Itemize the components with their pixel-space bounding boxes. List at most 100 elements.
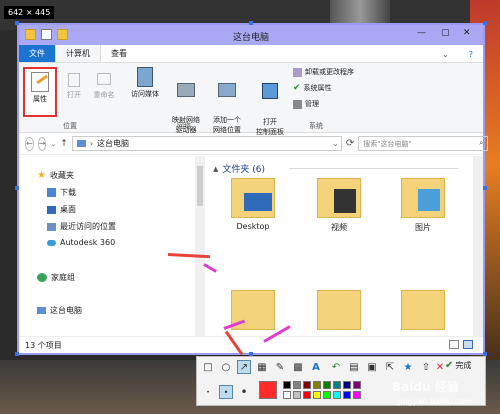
pen-tool-icon[interactable]: ✎ <box>273 360 287 374</box>
content-pane: ▲ 文件夹 (6) Desktop 视频 图片 <box>209 156 483 336</box>
color-swatch[interactable] <box>353 381 361 389</box>
ribbon-collapse-icon[interactable]: ⌄ <box>432 47 459 62</box>
tab-computer[interactable]: 计算机 <box>55 44 101 62</box>
minimize-button[interactable]: — <box>417 28 426 38</box>
search-icon[interactable]: ⌕ <box>479 139 483 148</box>
folders-group-header[interactable]: ▲ 文件夹 (6) <box>213 162 265 176</box>
selection-handle[interactable] <box>15 186 19 190</box>
folder-videos[interactable] <box>317 178 361 218</box>
forward-button[interactable]: → <box>37 136 47 151</box>
small-stroke-icon[interactable]: • <box>201 385 215 399</box>
selection-handle[interactable] <box>15 352 19 356</box>
copy-icon[interactable]: ▣ <box>365 360 379 374</box>
selection-handle[interactable] <box>15 21 19 25</box>
current-color-swatch[interactable] <box>259 381 277 399</box>
watermark-logo: Baidu 经验 <box>392 380 459 394</box>
nav-scrollbar-thumb[interactable] <box>197 166 203 206</box>
color-swatch[interactable] <box>313 381 321 389</box>
color-swatch[interactable] <box>323 391 331 399</box>
maximize-button[interactable]: ▢ <box>441 28 450 38</box>
rectangle-tool-icon[interactable]: □ <box>201 360 215 374</box>
nav-item-downloads[interactable]: 下载 <box>47 187 76 198</box>
content-scrollbar[interactable] <box>473 156 483 336</box>
recent-dropdown-icon[interactable]: ⌄ <box>50 140 56 148</box>
explorer-window: 这台电脑 — ▢ ✕ 文件 计算机 查看 ⌄ ? 属性 打开 重命名 位置 访问… <box>17 23 489 355</box>
back-button[interactable]: ← <box>25 136 34 151</box>
map-drive-button[interactable]: 映射网络 驱动器 <box>167 67 205 151</box>
large-icons-view-icon[interactable] <box>463 340 473 349</box>
recent-places-icon <box>47 222 56 231</box>
mosaic-tool-icon[interactable]: ▦ <box>255 360 269 374</box>
ellipse-tool-icon[interactable]: ○ <box>219 360 233 374</box>
explorer-body: ★ 收藏夹 下载 桌面 最近访问的位置 Autodesk 360 家庭组 这台电… <box>19 156 483 336</box>
open-button[interactable]: 打开 <box>63 73 85 100</box>
refresh-icon[interactable]: ⟳ <box>346 138 354 149</box>
navigation-pane: ★ 收藏夹 下载 桌面 最近访问的位置 Autodesk 360 家庭组 这台电… <box>19 156 205 336</box>
access-media-button[interactable]: 访问媒体 <box>127 67 163 99</box>
control-panel-button[interactable]: 打开 控制面板 <box>253 67 287 153</box>
done-button[interactable]: ✔ 完成 <box>445 360 471 371</box>
medium-stroke-icon[interactable]: • <box>219 385 233 399</box>
details-view-icon[interactable] <box>449 340 459 349</box>
color-swatch[interactable] <box>343 391 351 399</box>
color-swatch[interactable] <box>333 391 341 399</box>
ribbon-tabs: 文件 计算机 查看 ⌄ ? <box>19 44 483 63</box>
rename-button[interactable]: 重命名 <box>89 73 119 100</box>
nav-item-desktop[interactable]: 桌面 <box>47 204 76 215</box>
rename-label: 重命名 <box>93 91 115 99</box>
color-swatch[interactable] <box>333 381 341 389</box>
color-swatch[interactable] <box>283 391 291 399</box>
color-swatch[interactable] <box>303 381 311 389</box>
system-properties-button[interactable]: ✔ 系统属性 <box>293 83 332 93</box>
folder-downloads[interactable] <box>401 290 445 330</box>
folder-music[interactable] <box>317 290 361 330</box>
uninstall-button[interactable]: 卸载或更改程序 <box>293 67 354 77</box>
folder-desktop[interactable] <box>231 178 275 218</box>
color-swatch[interactable] <box>323 381 331 389</box>
selection-handle[interactable] <box>249 21 253 25</box>
up-button[interactable]: ↑ <box>60 139 68 149</box>
color-swatch[interactable] <box>353 391 361 399</box>
properties-button[interactable]: 属性 <box>23 67 57 117</box>
upload-icon[interactable]: ⇧ <box>419 360 433 374</box>
check-icon: ✔ <box>293 83 301 93</box>
arrow-tool-icon[interactable]: ↗ <box>237 360 251 374</box>
large-stroke-icon[interactable]: • <box>237 385 251 399</box>
selection-handle[interactable] <box>483 186 487 190</box>
nav-this-pc[interactable]: 这台电脑 <box>37 305 82 316</box>
save-icon[interactable]: ▤ <box>347 360 361 374</box>
share-icon[interactable]: ⇱ <box>383 360 397 374</box>
nav-homegroup[interactable]: 家庭组 <box>37 272 75 283</box>
add-network-location-button[interactable]: 添加一个 网络位置 <box>207 67 247 151</box>
status-bar: 13 个项目 <box>19 336 483 353</box>
search-placeholder: 搜索"这台电脑" <box>363 139 412 148</box>
nav-item-autodesk[interactable]: Autodesk 360 <box>47 238 115 247</box>
selection-handle[interactable] <box>483 21 487 25</box>
color-swatch[interactable] <box>293 391 301 399</box>
close-button[interactable]: ✕ <box>463 28 471 38</box>
watermark-url: jingyan.baidu.com <box>398 397 472 406</box>
pin-icon[interactable]: ★ <box>401 360 415 374</box>
color-swatch[interactable] <box>293 381 301 389</box>
item-count: 13 个项目 <box>25 341 62 350</box>
network-drive-icon <box>177 83 195 97</box>
homegroup-icon <box>37 273 47 282</box>
color-swatch[interactable] <box>343 381 351 389</box>
folder-pictures[interactable] <box>401 178 445 218</box>
color-swatch[interactable] <box>313 391 321 399</box>
help-button[interactable]: ? <box>459 47 483 62</box>
blur-tool-icon[interactable]: ▩ <box>291 360 305 374</box>
tab-file[interactable]: 文件 <box>19 45 55 62</box>
undo-icon[interactable]: ↶ <box>329 360 343 374</box>
address-dropdown-icon[interactable]: ⌄ <box>332 139 341 148</box>
collapse-icon[interactable]: ▲ <box>213 165 218 173</box>
computer-icon <box>76 140 86 147</box>
search-input[interactable]: 搜索"这台电脑" ⌕ <box>358 136 489 151</box>
tab-view[interactable]: 查看 <box>101 45 137 62</box>
nav-item-recent[interactable]: 最近访问的位置 <box>47 221 116 232</box>
color-swatch[interactable] <box>283 381 291 389</box>
nav-favorites[interactable]: ★ 收藏夹 <box>37 170 74 181</box>
color-swatch[interactable] <box>303 391 311 399</box>
manage-button[interactable]: 管理 <box>293 99 319 109</box>
text-tool-icon[interactable]: A <box>309 360 323 374</box>
